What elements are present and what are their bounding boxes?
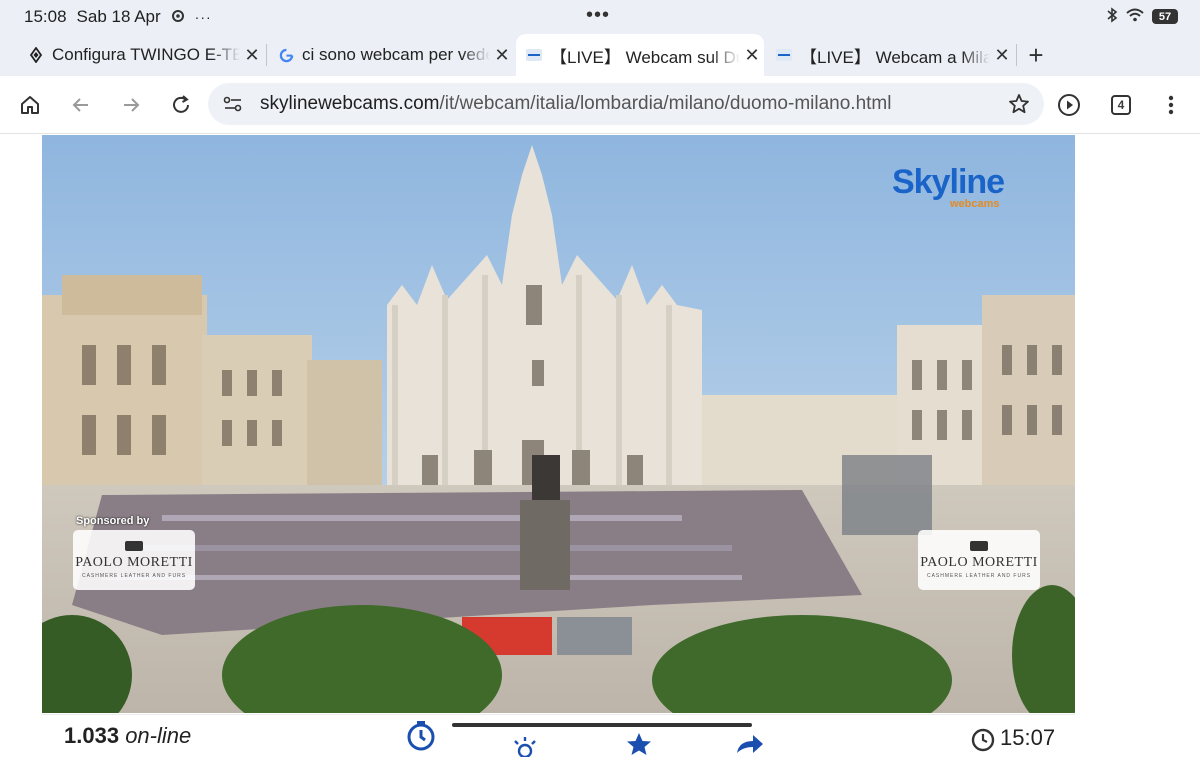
forward-button[interactable] [116,90,146,120]
status-right: 57 [1106,7,1178,26]
bluetooth-icon [1106,7,1118,26]
tab-title: ci sono webcam per vedere [302,45,490,64]
online-viewers: 1.033 on-line [64,723,191,749]
timer-icon [407,721,435,751]
sponsor-tagline: CASHMERE LEATHER AND FURS [926,573,1032,579]
webcam-scene-image [42,135,1075,713]
sponsor-logo-right[interactable]: PAOLO MORETTI CASHMERE LEATHER AND FURS [918,530,1040,590]
bookmark-star-icon[interactable] [1006,91,1032,117]
skyline-favicon-icon [776,47,792,63]
url-domain: skylinewebcams.com [260,93,440,114]
tab-strip: Configura TWINGO E-TECH ✕ ci sono webcam… [0,34,1200,76]
wifi-icon [1126,8,1144,25]
favorite-button[interactable] [622,727,656,761]
status-time: 15:08 [24,7,67,26]
status-bar: 15:08 Sab 18 Apr ··· ••• 57 [0,0,1200,34]
daylight-button[interactable] [508,729,542,763]
back-button[interactable] [66,90,96,120]
url-text: skylinewebcams.com/it/webcam/italia/lomb… [260,93,891,115]
close-tab-icon[interactable]: ✕ [740,45,764,66]
multitask-handle[interactable]: ••• [586,4,610,27]
page-content: Skyline webcams Sponsored by PAOLO MORET… [0,134,1200,757]
media-play-button[interactable] [1054,90,1084,120]
sponsor-name: PAOLO MORETTI [75,555,193,570]
tab-title: 【LIVE】 Webcam sul Duomo [550,47,740,67]
sponsor-logo-left[interactable]: PAOLO MORETTI CASHMERE LEATHER AND FURS [73,530,195,590]
arrow-left-icon [72,98,88,112]
tab-title: 【LIVE】 Webcam a Milano [800,47,990,67]
browser-toolbar: skylinewebcams.com/it/webcam/italia/lomb… [0,76,1200,134]
logo-sub-text: webcams [950,198,1000,210]
timelapse-button[interactable] [404,719,438,753]
share-arrow-icon [737,735,763,753]
share-button[interactable] [732,727,766,761]
skyline-logo: Skyline webcams [892,163,1005,210]
tab-divider [1016,44,1017,66]
logo-main-text: Skyline [892,163,1005,201]
close-tab-icon[interactable]: ✕ [990,45,1014,66]
battery-indicator: 57 [1152,9,1178,24]
tab-divider [266,44,267,66]
tab-webcam-duomo[interactable]: 【LIVE】 Webcam sul Duomo ✕ [516,34,764,76]
sponsor-name: PAOLO MORETTI [920,555,1038,570]
webcam-video-player[interactable]: Skyline webcams Sponsored by PAOLO MORET… [42,135,1075,713]
close-tab-icon[interactable]: ✕ [240,45,264,66]
tab-twingo[interactable]: Configura TWINGO E-TECH ✕ [18,34,264,76]
skyline-favicon-icon [526,47,542,63]
reload-button[interactable] [166,90,196,120]
tab-switcher-button[interactable]: 4 [1106,90,1136,120]
new-tab-button[interactable]: + [1022,34,1050,76]
clock-icon [971,728,995,752]
status-date: Sab 18 Apr [76,7,161,26]
arrow-right-icon [124,98,140,112]
status-left: 15:08 Sab 18 Apr ··· [24,7,212,27]
tab-google-search[interactable]: ci sono webcam per vedere ✕ [268,34,514,76]
url-path: /it/webcam/italia/lombardia/milano/duomo… [439,93,892,114]
webcam-local-time: 15:07 [1000,725,1056,750]
sponsor-tagline: CASHMERE LEATHER AND FURS [81,573,187,579]
google-g-icon [278,47,294,63]
sun-icon [514,737,536,757]
kebab-menu-icon [1168,95,1174,115]
timeline-slider[interactable] [452,723,752,727]
play-circle-icon [1058,94,1080,116]
site-settings-icon[interactable] [220,96,246,112]
webcam-info-bar: 1.033 on-line 15:07 [42,714,1075,757]
online-count: 1.033 [64,723,120,748]
menu-button[interactable] [1156,90,1186,120]
tab-title: Configura TWINGO E-TECH [52,45,240,64]
online-label: on-line [125,723,192,748]
star-icon [627,733,651,755]
sponsor-mark-icon [125,541,143,551]
tab-count: 4 [1111,95,1131,115]
home-icon [21,96,39,114]
home-button[interactable] [15,90,45,120]
more-notifications-icon: ··· [194,9,212,25]
renault-logo-icon [28,47,44,63]
sponsor-mark-icon [970,541,988,551]
address-bar[interactable]: skylinewebcams.com/it/webcam/italia/lomb… [208,83,1044,125]
close-tab-icon[interactable]: ✕ [490,45,514,66]
tab-webcam-milano[interactable]: 【LIVE】 Webcam a Milano ✕ [766,34,1014,76]
reload-icon [173,95,189,113]
sponsored-label: Sponsored by [76,515,150,527]
sync-icon [171,9,185,26]
